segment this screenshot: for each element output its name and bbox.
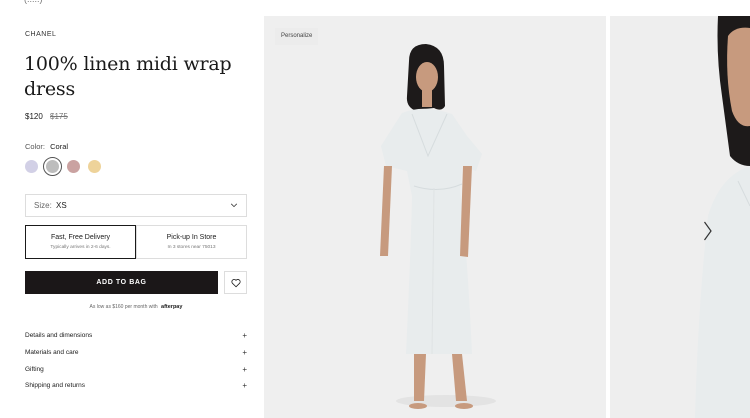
delivery-option-pickup[interactable]: Pick-up In Store In 3 stores near 75013 (136, 225, 247, 259)
plus-icon: + (242, 348, 247, 357)
accordion-label: Shipping and returns (25, 382, 85, 389)
current-price: $120 (25, 112, 43, 121)
original-price: $175 (50, 112, 68, 121)
chevron-down-icon (230, 203, 238, 208)
product-photo-main[interactable]: Personalize (264, 16, 606, 418)
plus-icon: + (242, 381, 247, 390)
product-photo-secondary[interactable] (610, 16, 750, 418)
top-bar: (.....) (0, 0, 750, 16)
afterpay-note: As low as $160 per month with afterpay (25, 304, 247, 310)
afterpay-text: As low as $160 per month with (89, 304, 158, 310)
accordion-gifting[interactable]: Gifting + (25, 365, 247, 378)
swatch-coral[interactable] (67, 160, 80, 173)
swatch-lavender[interactable] (25, 160, 38, 173)
chevron-right-icon[interactable] (703, 220, 713, 242)
brand-name[interactable]: CHANEL (25, 31, 56, 38)
add-to-bag-button[interactable]: ADD TO BAG (25, 271, 218, 294)
price-row: $120 $175 (25, 112, 68, 121)
accordion-label: Materials and care (25, 349, 79, 356)
product-title: 100% linen midi wrap dress (24, 53, 232, 100)
delivery-options: Fast, Free Delivery Typically arrives in… (25, 225, 247, 259)
plus-icon: + (242, 365, 247, 374)
delivery-option-fast[interactable]: Fast, Free Delivery Typically arrives in… (25, 225, 136, 259)
accordion-shipping[interactable]: Shipping and returns + (25, 381, 247, 394)
breadcrumb[interactable]: (.....) (24, 0, 43, 4)
color-label: Color: (25, 142, 46, 151)
color-value: Coral (50, 142, 69, 151)
afterpay-brand[interactable]: afterpay (161, 304, 182, 310)
size-value: XS (56, 201, 67, 210)
model-photo (264, 16, 606, 418)
delivery-pickup-subtitle: In 3 stores near 75013 (167, 245, 216, 250)
swatch-yellow[interactable] (88, 160, 101, 173)
accordion-label: Gifting (25, 366, 44, 373)
plus-icon: + (242, 331, 247, 340)
delivery-fast-subtitle: Typically arrives in 2-6 days. (50, 245, 111, 250)
model-photo-closeup (610, 16, 750, 418)
personalize-badge[interactable]: Personalize (275, 28, 319, 45)
color-label-row: Color: Coral (25, 142, 68, 151)
accordion-details[interactable]: Details and dimensions + (25, 331, 247, 344)
product-info-panel: CHANEL 100% linen midi wrap dress $120 $… (0, 16, 264, 418)
delivery-pickup-title: Pick-up In Store (166, 234, 217, 241)
size-label: Size: (34, 201, 52, 210)
swatch-grey[interactable] (43, 157, 62, 176)
delivery-fast-title: Fast, Free Delivery (50, 234, 111, 241)
wishlist-button[interactable] (224, 271, 247, 294)
heart-icon (231, 279, 241, 288)
accordion-label: Details and dimensions (25, 332, 93, 339)
size-select[interactable]: Size: XS (25, 194, 247, 217)
accordion-materials[interactable]: Materials and care + (25, 348, 247, 361)
